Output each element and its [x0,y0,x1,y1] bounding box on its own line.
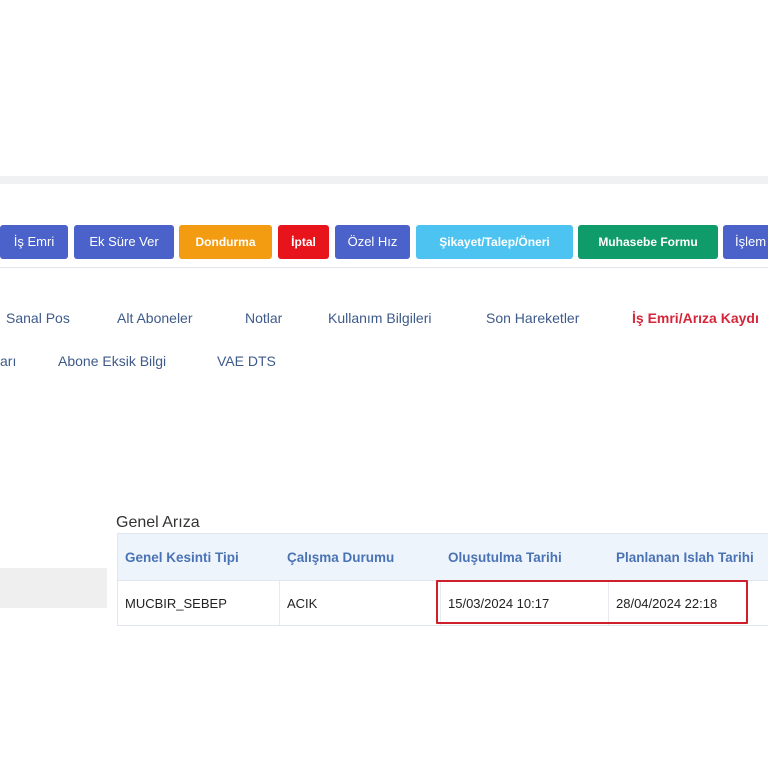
column-header: Oluşutulma Tarihi [448,549,562,565]
ozel-hiz-button[interactable]: Özel Hız [335,225,410,259]
tab-kullanim-bilgileri[interactable]: Kullanım Bilgileri [328,310,431,326]
tab-truncated[interactable]: arı [0,353,16,369]
toolbar-divider [0,267,768,268]
page-divider [0,176,768,184]
dondurma-button[interactable]: Dondurma [179,225,272,259]
left-panel-strip [0,568,107,608]
date-highlight-box [436,580,748,624]
tab-vae-dts[interactable]: VAE DTS [217,353,276,369]
column-header: Planlanan Islah Tarihi [616,549,754,565]
ek-sure-ver-button[interactable]: Ek Süre Ver [74,225,174,259]
tab-alt-aboneler[interactable]: Alt Aboneler [117,310,193,326]
tabs-row-1: Sanal Pos Alt Aboneler Notlar Kullanım B… [0,310,768,332]
column-header: Genel Kesinti Tipi [125,549,239,565]
muhasebe-formu-button[interactable]: Muhasebe Formu [578,225,718,259]
tabs-row-2: arı Abone Eksik Bilgi VAE DTS [0,353,768,375]
table-cell: ACIK [280,581,441,625]
tab-abone-eksik-bilgi[interactable]: Abone Eksik Bilgi [58,353,166,369]
column-header: Çalışma Durumu [287,549,395,565]
tab-is-emri-ariza-kaydi[interactable]: İş Emri/Arıza Kaydı [632,310,759,326]
islem-button[interactable]: İşlem [723,225,768,259]
tab-sanal-pos[interactable]: Sanal Pos [6,310,70,326]
table-cell: MUCBIR_SEBEP [118,581,280,625]
tab-notlar[interactable]: Notlar [245,310,282,326]
tab-son-hareketler[interactable]: Son Hareketler [486,310,579,326]
action-toolbar: İş Emri Ek Süre Ver Dondurma İptal Özel … [0,225,768,259]
section-title: Genel Arıza [116,514,200,531]
sikayet-talep-oneri-button[interactable]: Şikayet/Talep/Öneri [416,225,573,259]
is-emri-button[interactable]: İş Emri [0,225,68,259]
table-header: Genel Kesinti Tipi Çalışma Durumu Oluşut… [118,534,768,581]
iptal-button[interactable]: İptal [278,225,329,259]
